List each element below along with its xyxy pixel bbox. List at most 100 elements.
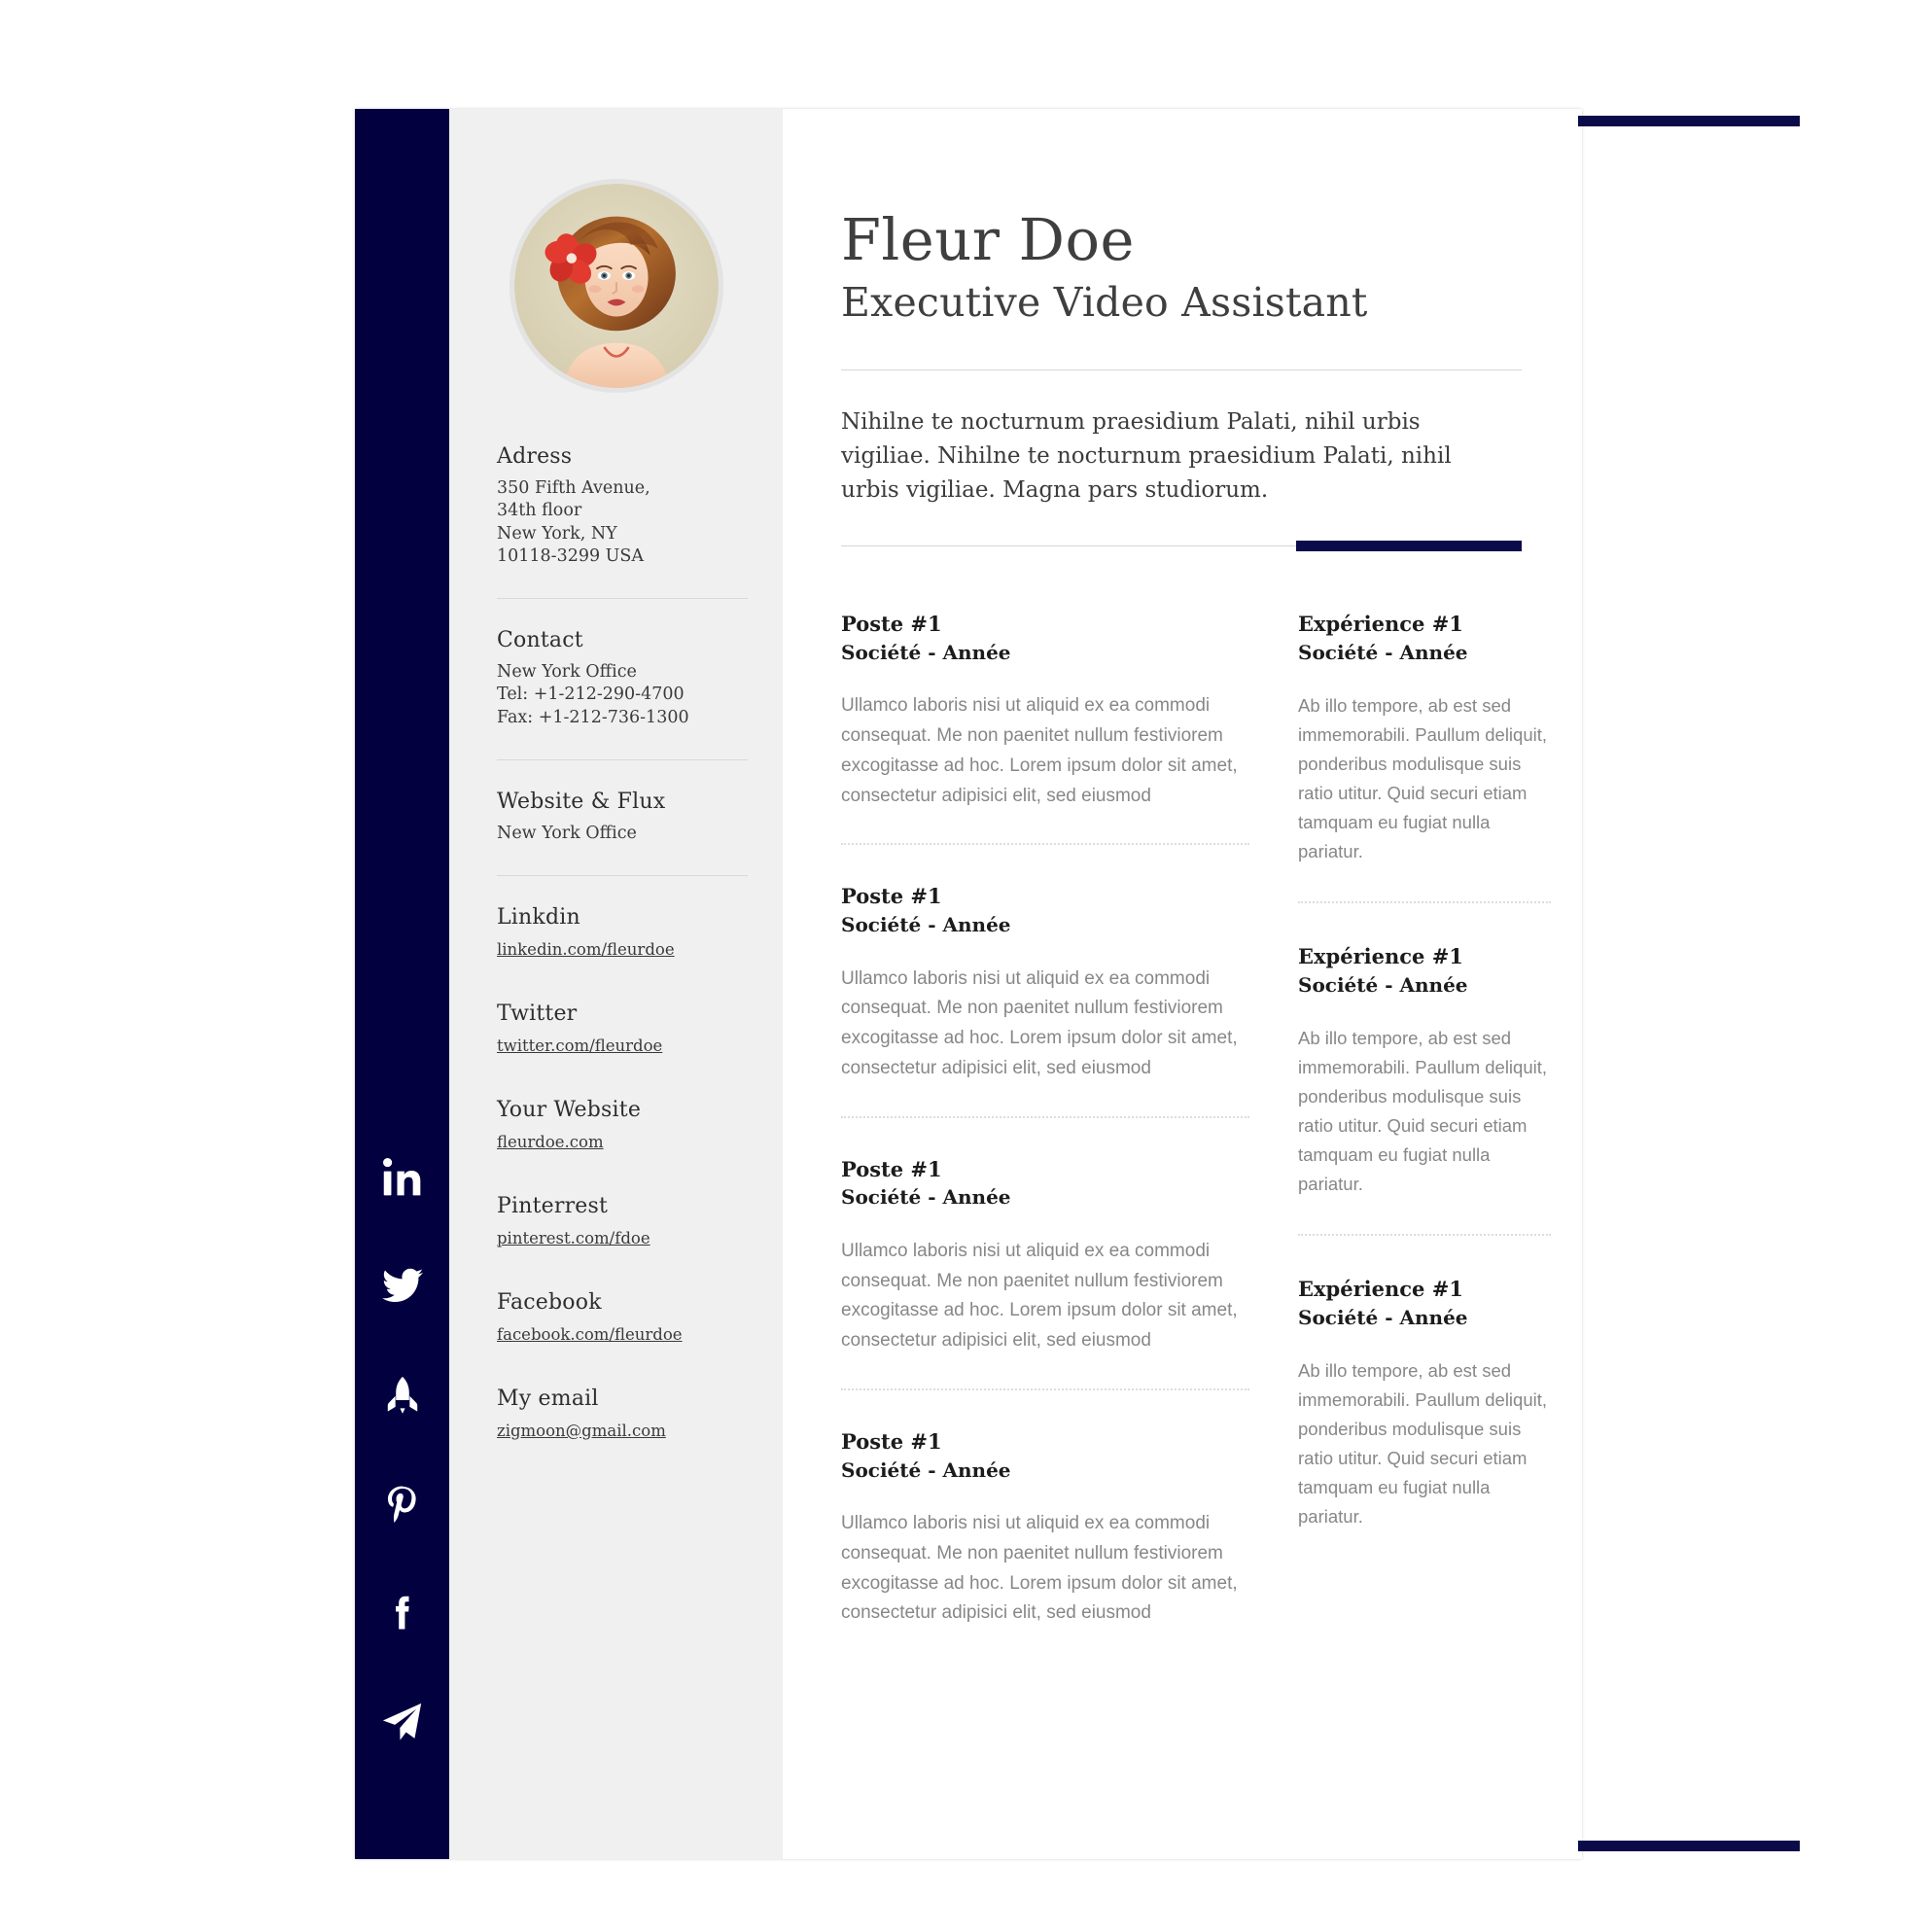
cv-sheet: Adress 350 Fifth Avenue, 34th floor New … bbox=[355, 109, 1800, 1859]
social-rail bbox=[355, 109, 449, 1859]
section-divider bbox=[841, 541, 1522, 552]
experience-entry: Expérience #1 Société - Année Ab illo te… bbox=[1298, 942, 1551, 1199]
experience-title: Expérience #1 bbox=[1298, 1277, 1463, 1302]
avatar-illustration bbox=[513, 184, 719, 388]
address-line-4: 10118-3299 USA bbox=[497, 545, 645, 566]
page-canvas: Adress 350 Fifth Avenue, 34th floor New … bbox=[0, 0, 1932, 1932]
social-link-twitter: Twitter twitter.com/fleurdoe bbox=[497, 1001, 748, 1056]
job-title: Executive Video Assistant bbox=[841, 278, 1368, 326]
social-link-facebook: Facebook facebook.com/fleurdoe bbox=[497, 1290, 748, 1345]
contact-heading: Contact bbox=[497, 628, 583, 653]
position-entry: Poste #1 Société - Année Ullamco laboris… bbox=[841, 610, 1249, 811]
social-heading: Your Website bbox=[497, 1098, 642, 1123]
experience-body: Ab illo tempore, ab est sed immemorabili… bbox=[1298, 1028, 1548, 1195]
address-block: Adress 350 Fifth Avenue, 34th floor New … bbox=[497, 444, 748, 568]
experiences-column: Expérience #1 Société - Année Ab illo te… bbox=[1298, 610, 1551, 1629]
address-line-2: 34th floor bbox=[497, 501, 582, 521]
social-heading: Linkdin bbox=[497, 905, 580, 931]
header-divider bbox=[841, 369, 1522, 370]
sidebar-divider bbox=[497, 758, 748, 760]
social-heading: My email bbox=[497, 1387, 599, 1412]
social-heading: Facebook bbox=[497, 1290, 602, 1316]
social-url[interactable]: linkedin.com/fleurdoe bbox=[497, 940, 675, 959]
social-link-email: My email zigmoon@gmail.com bbox=[497, 1387, 748, 1441]
page-title: Fleur Doe bbox=[841, 206, 1135, 273]
contact-tel[interactable]: Tel: +1-212-290-4700 bbox=[497, 684, 748, 706]
facebook-icon[interactable] bbox=[355, 1559, 449, 1668]
social-icon-list bbox=[355, 1123, 449, 1776]
entry-separator bbox=[1298, 1234, 1551, 1237]
position-title: Poste #1 bbox=[841, 612, 942, 637]
social-link-website: Your Website fleurdoe.com bbox=[497, 1098, 748, 1152]
position-title: Poste #1 bbox=[841, 884, 942, 909]
position-subtitle: Société - Année bbox=[841, 913, 1011, 937]
entry-separator bbox=[841, 1115, 1249, 1118]
position-title: Poste #1 bbox=[841, 1428, 942, 1454]
website-flux-block: Website & Flux New York Office bbox=[497, 790, 748, 845]
address-line-1: 350 Fifth Avenue, bbox=[497, 478, 650, 498]
body-columns: Poste #1 Société - Année Ullamco laboris… bbox=[841, 610, 1823, 1629]
linkedin-icon[interactable] bbox=[355, 1123, 449, 1232]
sidebar-divider bbox=[497, 598, 748, 600]
contact-block: Contact New York Office Tel: +1-212-290-… bbox=[497, 628, 748, 729]
social-link-linkedin: Linkdin linkedin.com/fleurdoe bbox=[497, 905, 748, 960]
social-url[interactable]: twitter.com/fleurdoe bbox=[497, 1036, 662, 1055]
position-entry: Poste #1 Société - Année Ullamco laboris… bbox=[841, 1155, 1249, 1356]
position-subtitle: Société - Année bbox=[841, 640, 1011, 664]
position-body: Ullamco laboris nisi ut aliquid ex ea co… bbox=[841, 695, 1238, 806]
social-url[interactable]: zigmoon@gmail.com bbox=[497, 1422, 666, 1440]
website-flux-heading: Website & Flux bbox=[497, 789, 666, 814]
experience-entry: Expérience #1 Société - Année Ab illo te… bbox=[1298, 610, 1551, 866]
rocket-icon[interactable] bbox=[355, 1341, 449, 1450]
experience-title: Expérience #1 bbox=[1298, 944, 1463, 969]
social-url[interactable]: fleurdoe.com bbox=[497, 1133, 604, 1151]
address-heading: Adress bbox=[497, 444, 573, 469]
sidebar-divider bbox=[497, 875, 748, 877]
intro-paragraph: Nihilne te nocturnum praesidium Palati, … bbox=[841, 408, 1452, 503]
position-body: Ullamco laboris nisi ut aliquid ex ea co… bbox=[841, 967, 1238, 1078]
experience-subtitle: Société - Année bbox=[1298, 1305, 1468, 1329]
positions-column: Poste #1 Société - Année Ullamco laboris… bbox=[841, 610, 1249, 1629]
main-content: Fleur Doe Executive Video Assistant Nihi… bbox=[841, 109, 1862, 1629]
experience-entry: Expérience #1 Société - Année Ab illo te… bbox=[1298, 1275, 1551, 1531]
sidebar-content: Adress 350 Fifth Avenue, 34th floor New … bbox=[497, 444, 748, 1441]
position-entry: Poste #1 Société - Année Ullamco laboris… bbox=[841, 1427, 1249, 1629]
divider-navy-segment bbox=[1296, 541, 1522, 552]
social-url[interactable]: facebook.com/fleurdoe bbox=[497, 1325, 683, 1344]
contact-fax: Fax: +1-212-736-1300 bbox=[497, 707, 689, 727]
contact-office: New York Office bbox=[497, 662, 637, 683]
social-link-pinterest: Pinterrest pinterest.com/fdoe bbox=[497, 1194, 748, 1248]
entry-separator bbox=[841, 1388, 1249, 1390]
experience-body: Ab illo tempore, ab est sed immemorabili… bbox=[1298, 695, 1548, 862]
address-line-3: New York, NY bbox=[497, 523, 617, 544]
sidebar: Adress 350 Fifth Avenue, 34th floor New … bbox=[449, 109, 783, 1859]
social-heading: Twitter bbox=[497, 1001, 578, 1027]
position-subtitle: Société - Année bbox=[841, 1458, 1011, 1482]
position-body: Ullamco laboris nisi ut aliquid ex ea co… bbox=[841, 1240, 1238, 1352]
divider-grey-segment bbox=[841, 545, 1296, 547]
experience-subtitle: Société - Année bbox=[1298, 640, 1468, 664]
position-subtitle: Société - Année bbox=[841, 1185, 1011, 1210]
social-url[interactable]: pinterest.com/fdoe bbox=[497, 1229, 650, 1247]
pinterest-icon[interactable] bbox=[355, 1450, 449, 1559]
position-entry: Poste #1 Société - Année Ullamco laboris… bbox=[841, 882, 1249, 1083]
experience-title: Expérience #1 bbox=[1298, 612, 1463, 637]
paper-plane-icon[interactable] bbox=[355, 1668, 449, 1776]
website-flux-office: New York Office bbox=[497, 823, 637, 843]
avatar bbox=[509, 179, 723, 393]
position-title: Poste #1 bbox=[841, 1156, 942, 1181]
accent-bar-bottom bbox=[1578, 1841, 1800, 1851]
twitter-icon[interactable] bbox=[355, 1232, 449, 1341]
experience-subtitle: Société - Année bbox=[1298, 972, 1468, 997]
main-column: Fleur Doe Executive Video Assistant Nihi… bbox=[783, 109, 1800, 1859]
position-body: Ullamco laboris nisi ut aliquid ex ea co… bbox=[841, 1513, 1238, 1624]
entry-separator bbox=[841, 843, 1249, 846]
experience-body: Ab illo tempore, ab est sed immemorabili… bbox=[1298, 1360, 1548, 1528]
entry-separator bbox=[1298, 901, 1551, 904]
social-heading: Pinterrest bbox=[497, 1194, 609, 1219]
